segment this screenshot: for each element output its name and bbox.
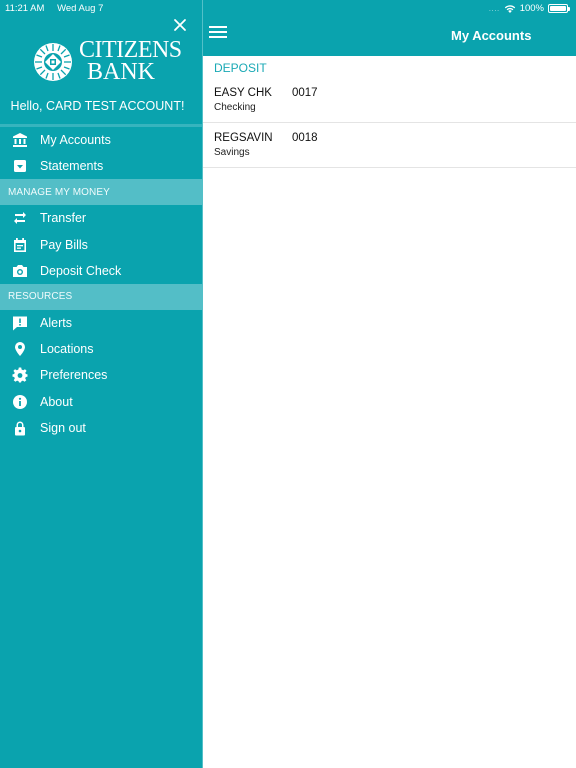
menu-item-locations[interactable]: Locations (0, 336, 202, 362)
menu-item-transfer[interactable]: Transfer (0, 205, 202, 231)
group-header-deposit: DEPOSIT (214, 61, 267, 75)
menu-item-label: Alerts (40, 316, 72, 331)
location-pin-icon (0, 341, 40, 357)
menu-item-statements[interactable]: Statements (0, 153, 202, 179)
section-header-manage-money: MANAGE MY MONEY (0, 179, 202, 206)
citizens-bank-logo: CITIZENS BANK (33, 38, 182, 85)
menu-item-label: Locations (40, 342, 94, 357)
hamburger-menu-button[interactable] (209, 26, 227, 40)
account-row[interactable]: REGSAVIN 0018 Savings (203, 123, 576, 168)
menu-item-deposit-check[interactable]: Deposit Check (0, 258, 202, 284)
accounts-list: DEPOSIT EASY CHK 0017 Checking REGSAVIN … (203, 56, 576, 768)
logo-text-bank: BANK (87, 58, 156, 85)
account-nickname: EASY CHK (214, 87, 272, 99)
greeting-text: Hello, CARD TEST ACCOUNT! (10, 99, 185, 113)
info-icon (0, 394, 40, 410)
close-menu-button[interactable] (170, 15, 190, 35)
account-type: Checking (214, 102, 256, 113)
lock-icon (0, 420, 40, 436)
menu-item-label: Pay Bills (40, 237, 88, 252)
menu-divider (0, 124, 202, 127)
account-row[interactable]: EASY CHK 0017 Checking (203, 78, 576, 123)
bank-emblem-icon (34, 42, 72, 81)
menu-item-label: Statements (40, 159, 104, 174)
menu-item-alerts[interactable]: Alerts (0, 310, 202, 336)
account-nickname: REGSAVIN (214, 132, 273, 144)
statements-icon (0, 158, 40, 174)
battery-icon (548, 4, 570, 13)
menu-item-about[interactable]: About (0, 389, 202, 415)
page-title: My Accounts (451, 28, 532, 43)
alert-icon (0, 315, 40, 331)
menu-item-label: Preferences (40, 368, 108, 383)
status-bar: 11:21 AM Wed Aug 7 .... 100% (0, 0, 576, 16)
menu-item-pay-bills[interactable]: Pay Bills (0, 232, 202, 258)
wifi-icon (504, 5, 515, 13)
menu-item-label: My Accounts (40, 133, 111, 148)
menu-list: My Accounts Statements MANAGE MY MONEY T… (0, 124, 202, 441)
status-time: 11:21 AM (5, 3, 45, 14)
menu-item-sign-out[interactable]: Sign out (0, 415, 202, 441)
signal-icon: .... (488, 4, 500, 13)
section-header-resources: RESOURCES (0, 283, 202, 310)
menu-item-preferences[interactable]: Preferences (0, 362, 202, 388)
transfer-icon (0, 210, 40, 226)
account-number: 0018 (292, 132, 318, 144)
camera-icon (0, 263, 40, 279)
account-type: Savings (214, 147, 250, 158)
menu-item-label: Transfer (40, 211, 87, 226)
gear-icon (0, 367, 40, 383)
calendar-icon (0, 237, 40, 253)
close-icon (174, 19, 186, 31)
menu-item-my-accounts[interactable]: My Accounts (0, 127, 202, 153)
battery-percent: 100% (519, 3, 544, 14)
menu-item-label: Deposit Check (40, 263, 122, 278)
menu-item-label: Sign out (40, 420, 86, 435)
menu-item-label: About (40, 394, 73, 409)
side-menu: CITIZENS BANK Hello, CARD TEST ACCOUNT! … (0, 0, 203, 768)
bank-icon (0, 132, 40, 148)
account-number: 0017 (292, 87, 318, 99)
status-date: Wed Aug 7 (57, 3, 104, 14)
